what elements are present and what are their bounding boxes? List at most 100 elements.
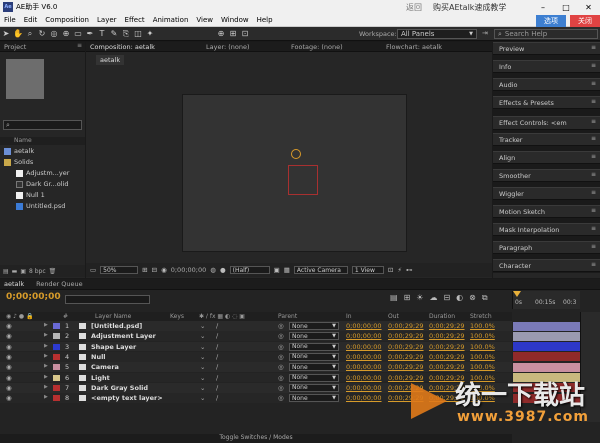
project-item[interactable]: Dark Gr...olid	[0, 179, 85, 189]
stretch-value[interactable]: 100.0%	[470, 384, 495, 392]
out-point[interactable]: 0;00;29;29	[388, 343, 424, 351]
eye-icon[interactable]: ◉	[6, 363, 12, 371]
in-point[interactable]: 0;00;00;00	[346, 343, 382, 351]
new-comp-icon[interactable]: ▣	[20, 268, 26, 275]
eye-icon[interactable]: ◉	[6, 353, 12, 361]
buy-course-link[interactable]: 购买AEtalk速成教学	[433, 2, 506, 13]
label-color-swatch[interactable]	[53, 353, 60, 360]
quality-switch-icon[interactable]: ∕	[216, 384, 218, 392]
view-layout-dropdown[interactable]: 1 View	[351, 266, 384, 274]
layer-row[interactable]: ◉ ▶ 1 [Untitled.psd] ⌄ ∕ ◎ None ▼ 0;00;00;00 0;00;…	[0, 321, 512, 331]
expand-arrow-icon[interactable]: ▶	[44, 332, 48, 338]
eye-icon[interactable]: ◉	[6, 384, 12, 392]
layer-row[interactable]: ◉ ▶ 8 <empty text layer> ⌄ ∕ ◎ None ▼ 0;00;00;00 0…	[0, 393, 512, 403]
shy-layers-icon[interactable]: ☁	[429, 293, 437, 303]
layer-name[interactable]: Null	[91, 353, 106, 361]
null-layer-outline[interactable]	[288, 165, 318, 195]
quality-switch-icon[interactable]: ∕	[216, 343, 218, 351]
duration-value[interactable]: 0;00;29;29	[429, 374, 465, 382]
layer-search-input[interactable]	[65, 295, 150, 304]
panel-menu-icon[interactable]: ≡	[591, 135, 596, 142]
panel-menu-icon[interactable]: ≡	[591, 153, 596, 160]
pickwhip-icon[interactable]: ◎	[278, 353, 284, 361]
layer-duration-bar[interactable]	[513, 373, 580, 382]
layer-row[interactable]: ◉ ▶ 3 Shape Layer ⌄ ∕ ◎ None ▼ 0;00;00;00 0;00;29;…	[0, 341, 512, 352]
panel-menu-icon[interactable]: ≡	[591, 171, 596, 178]
tab-footage[interactable]: Footage: (none)	[291, 43, 343, 51]
tab-project[interactable]: Project	[4, 43, 26, 51]
transparency-grid-icon[interactable]: ▦	[284, 266, 290, 274]
panel-audio[interactable]: Audio ≡	[493, 78, 600, 91]
puppet-tool-icon[interactable]: ✦	[145, 29, 155, 39]
layer-name[interactable]: Shape Layer	[91, 343, 136, 351]
panel-info[interactable]: Info ≡	[493, 60, 600, 73]
panel-smoother[interactable]: Smoother ≡	[493, 169, 600, 182]
pickwhip-icon[interactable]: ◎	[278, 343, 284, 351]
layer-duration-bar[interactable]	[513, 352, 580, 362]
quality-switch-icon[interactable]: ∕	[216, 394, 218, 402]
shy-switch-icon[interactable]: ⌄	[200, 332, 205, 340]
panel-menu-icon[interactable]: ≡	[591, 80, 596, 87]
layer-row[interactable]: ◉ ▶ 6 Light ⌄ ∕ ◎ None ▼ 0;00;00;00 0;00;29;29 0;00…	[0, 372, 512, 383]
shy-switch-icon[interactable]: ⌄	[200, 322, 205, 330]
panel-menu-icon[interactable]: ≡	[591, 118, 596, 125]
panel-menu-icon[interactable]: ≡	[591, 243, 596, 250]
camera-tool-icon[interactable]: ◎	[49, 29, 59, 39]
tab-composition[interactable]: Composition: aetalk	[90, 43, 155, 51]
out-point[interactable]: 0;00;29;29	[388, 322, 424, 330]
composition-canvas[interactable]	[182, 94, 407, 252]
menu-window[interactable]: Window	[221, 16, 249, 24]
parent-dropdown[interactable]: None ▼	[289, 332, 339, 341]
tab-flowchart[interactable]: Flowchart: aetalk	[386, 43, 442, 51]
panel-menu-icon[interactable]: ≡	[591, 261, 596, 268]
out-point[interactable]: 0;00;29;29	[388, 353, 424, 361]
eye-icon[interactable]: ◉	[6, 374, 12, 382]
project-item[interactable]: Adjustm...yer	[0, 168, 85, 178]
layer-duration-bar[interactable]	[513, 383, 580, 393]
panel-motion-sketch[interactable]: Motion Sketch ≡	[493, 205, 600, 218]
camera-view-dropdown[interactable]: Active Camera	[293, 266, 348, 274]
menu-effect[interactable]: Effect	[125, 16, 145, 24]
layer-name[interactable]: Dark Gray Solid	[91, 384, 148, 392]
duration-value[interactable]: 0;00;29;29	[429, 363, 465, 371]
tab-aetalk[interactable]: aetalk	[4, 280, 24, 288]
project-item[interactable]: Untitled.psd	[0, 201, 85, 211]
panel-effects-presets[interactable]: Effects & Presets ≡	[493, 96, 600, 109]
stretch-value[interactable]: 100.0%	[470, 332, 495, 340]
stretch-value[interactable]: 100.0%	[470, 353, 495, 361]
menu-edit[interactable]: Edit	[24, 16, 38, 24]
layer-row[interactable]: ◉ ▶ 5 Camera ⌄ ∕ ◎ None ▼ 0;00;00;00 0;00;29;29 0;0…	[0, 362, 512, 372]
workspace-dropdown[interactable]: All Panels ▼	[397, 29, 477, 39]
tab-layer[interactable]: Layer: (none)	[206, 43, 250, 51]
layer-duration-bar[interactable]	[513, 342, 580, 352]
stretch-value[interactable]: 100.0%	[470, 374, 495, 382]
camera-icon[interactable]: ◍	[210, 266, 216, 274]
axis-mode-icon[interactable]: ⊕	[216, 29, 226, 39]
back-link[interactable]: 返回	[406, 2, 422, 13]
clone-tool-icon[interactable]: ⎘	[121, 29, 131, 39]
label-color-swatch[interactable]	[53, 343, 60, 350]
panel-align[interactable]: Align ≡	[493, 151, 600, 164]
timeline-timecode[interactable]: 0;00;00;00	[6, 292, 61, 302]
panel-menu-icon[interactable]: ≡	[591, 62, 596, 69]
label-color-swatch[interactable]	[53, 333, 60, 340]
expand-arrow-icon[interactable]: ▶	[44, 384, 48, 390]
live-update-icon[interactable]: ⊞	[404, 293, 411, 303]
out-point[interactable]: 0;00;29;29	[388, 363, 424, 371]
region-icon[interactable]: ▣	[274, 266, 280, 274]
layer-name[interactable]: [Untitled.psd]	[91, 322, 142, 330]
playhead-icon[interactable]	[513, 291, 521, 297]
parent-dropdown[interactable]: None ▼	[289, 363, 339, 372]
duration-value[interactable]: 0;00;29;29	[429, 384, 465, 392]
minimize-button[interactable]: –	[532, 0, 554, 14]
quality-switch-icon[interactable]: ∕	[216, 374, 218, 382]
panel-paragraph[interactable]: Paragraph ≡	[493, 241, 600, 254]
always-preview-icon[interactable]: ▭	[90, 266, 96, 274]
panel-menu-icon[interactable]: ≡	[591, 225, 596, 232]
quality-switch-icon[interactable]: ∕	[216, 353, 218, 361]
label-color-swatch[interactable]	[53, 384, 60, 391]
toggle-pixel-icon[interactable]: ⊡	[388, 266, 393, 274]
parent-dropdown[interactable]: None ▼	[289, 373, 339, 382]
duration-value[interactable]: 0;00;29;29	[429, 353, 465, 361]
in-point[interactable]: 0;00;00;00	[346, 353, 382, 361]
